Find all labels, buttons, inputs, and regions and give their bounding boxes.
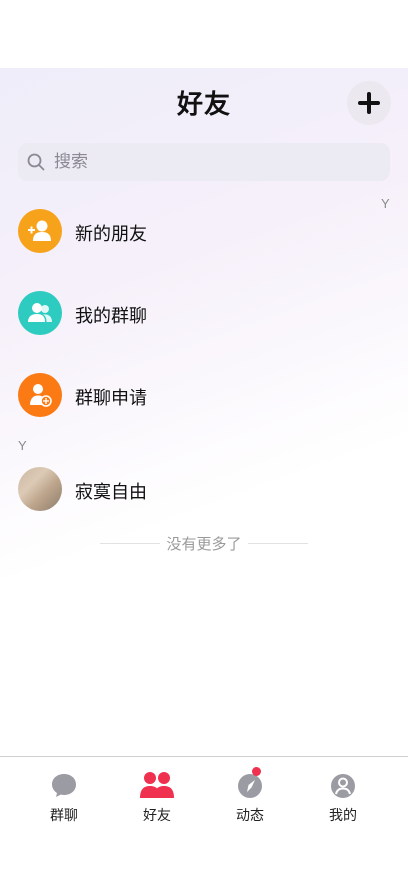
row-label: 我的群聊 xyxy=(75,306,147,327)
tab-group-chat[interactable]: 群聊 xyxy=(29,771,99,831)
search-icon xyxy=(27,153,45,171)
contact-row[interactable]: 寂寞自由 xyxy=(0,458,408,522)
tab-label: 群聊 xyxy=(50,808,78,824)
row-label: 新的朋友 xyxy=(75,224,147,245)
photo-avatar xyxy=(18,467,62,511)
contact-name: 寂寞自由 xyxy=(75,482,147,503)
tab-me[interactable]: 我的 xyxy=(308,771,378,831)
chat-bubble-icon xyxy=(52,774,76,797)
tab-label: 好友 xyxy=(143,808,171,824)
status-bar xyxy=(0,0,408,68)
tab-friends[interactable]: 好友 xyxy=(122,771,192,831)
search-input[interactable] xyxy=(54,143,374,181)
section-header: Y xyxy=(18,438,27,453)
new-friends-row[interactable]: 新的朋友 xyxy=(0,200,408,264)
tab-label: 动态 xyxy=(236,808,264,824)
search-bar[interactable] xyxy=(18,143,390,181)
compass-icon xyxy=(238,774,262,798)
tab-label: 我的 xyxy=(329,808,357,824)
friends-icon xyxy=(140,772,174,798)
row-label: 群聊申请 xyxy=(75,388,147,409)
divider xyxy=(248,543,308,544)
group-request-icon xyxy=(18,373,62,417)
group-requests-row[interactable]: 群聊申请 xyxy=(0,364,408,428)
add-friend-icon xyxy=(18,209,62,253)
profile-icon xyxy=(331,774,355,798)
tab-moments[interactable]: 动态 xyxy=(215,767,285,831)
notification-dot xyxy=(252,767,261,776)
group-icon xyxy=(18,291,62,335)
no-more-text: 没有更多了 xyxy=(166,535,242,553)
my-groups-row[interactable]: 我的群聊 xyxy=(0,282,408,346)
add-friend-button[interactable] xyxy=(347,81,391,125)
bottom-tab-bar: 群聊 好友 动态 我的 xyxy=(0,756,408,883)
